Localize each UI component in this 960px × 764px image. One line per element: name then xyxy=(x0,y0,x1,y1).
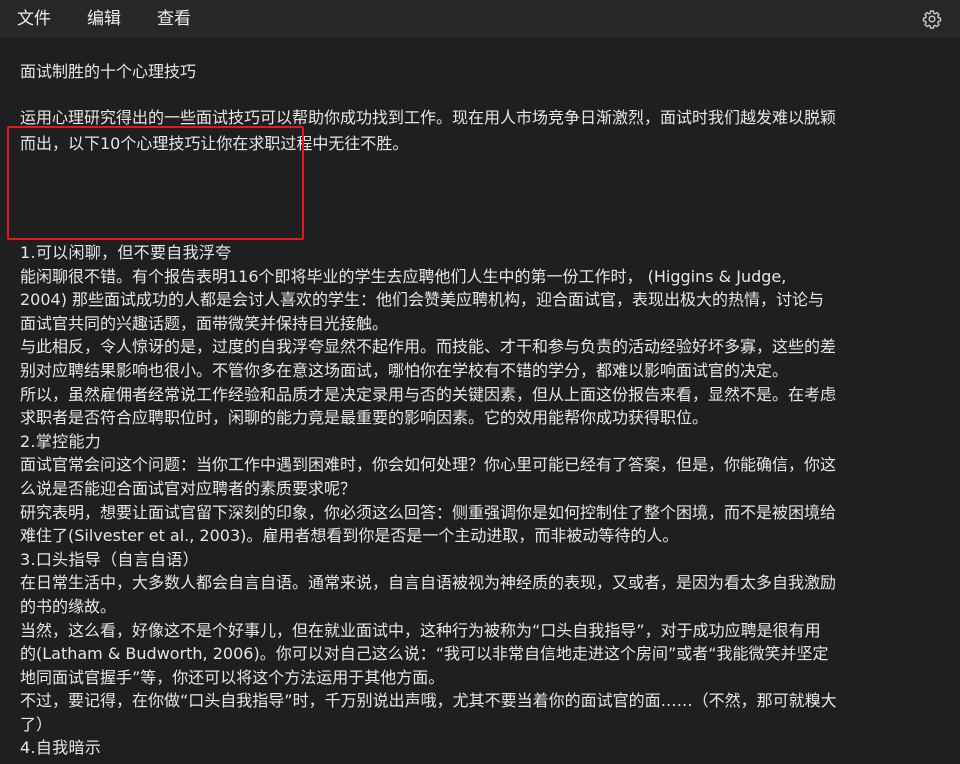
text-line: 研究表明，想要让面试官留下深刻的印象，你必须这么回答：侧重强调你是如何控制住了整… xyxy=(20,502,837,522)
text-line: 当然，这么看，好像这不是个好事儿，但在就业面试中，这种行为被称为“口头自我指导”… xyxy=(20,620,821,640)
document-title: 面试制胜的十个心理技巧 xyxy=(20,62,197,81)
gear-icon[interactable] xyxy=(922,9,942,29)
text-line: 2004) 那些面试成功的人都是会讨人喜欢的学生：他们会赞美应聘机构，迎合面试官… xyxy=(20,290,825,310)
menu-file[interactable]: 文件 xyxy=(0,0,69,38)
text-line: 面试官共同的兴趣话题，面带微笑并保持目光接触。 xyxy=(20,313,389,333)
text-line: 地同面试官握手”等，你还可以将这个方法运用于其他方面。 xyxy=(20,667,445,687)
section-heading: 1.可以闲聊，但不要自我浮夸 xyxy=(20,243,232,262)
text-line: 了） xyxy=(20,714,53,734)
annotation-highlight-box xyxy=(7,126,304,240)
section-heading: 2.掌控能力 xyxy=(20,431,102,451)
text-line: 求职者是否符合应聘职位时，闲聊的能力竟是最重要的影响因素。它的效用能帮你成功获得… xyxy=(20,408,709,428)
text-line: 面试官常会问这个问题：当你工作中遇到困难时，你会如何处理？你心里可能已经有了答案… xyxy=(20,455,837,475)
text-line: 难住了(Silvester et al., 2003)。雇用者想看到你是否是一个… xyxy=(20,526,679,546)
text-line: 不过，要记得，在你做“口头自我指导”时，千万别说出声哦，尤其不要当着你的面试官的… xyxy=(20,691,837,711)
document-area[interactable]: 面试制胜的十个心理技巧 运用心理研究得出的一些面试技巧可以帮助你成功找到工作。现… xyxy=(0,38,960,764)
menu-view[interactable]: 查看 xyxy=(139,0,209,38)
text-line: 别对应聘结果影响也很小。不管你多在意这场面试，哪怕你在学校有不错的学分，都难以影… xyxy=(20,360,789,380)
text-line: 的书的缘故。 xyxy=(20,596,117,616)
document-body: 1.可以闲聊，但不要自我浮夸 能闲聊很不错。有个报告表明116个即将毕业的学生去… xyxy=(20,241,945,760)
text-line: 与此相反，令人惊讶的是，过度的自我浮夸显然不起作用。而技能、才干和参与负责的活动… xyxy=(20,337,837,357)
text-line: 所以，虽然雇佣者经常说工作经验和品质才是决定录用与否的关键因素，但从上面这份报告… xyxy=(20,384,837,404)
menu-bar: 文件 编辑 查看 xyxy=(0,0,960,38)
section-heading: 4.自我暗示 xyxy=(20,738,102,758)
section-heading: 3.口头指导（自言自语） xyxy=(20,549,199,569)
menu-edit[interactable]: 编辑 xyxy=(69,0,139,38)
text-line: 的(Latham & Budworth, 2006)。你可以对自己这么说：“我可… xyxy=(20,644,829,664)
text-line: 在日常生活中，大多数人都会自言自语。通常来说，自言自语被视为神经质的表现，又或者… xyxy=(20,573,837,593)
text-line: 么说是否能迎合面试官对应聘者的素质要求呢？ xyxy=(20,478,357,498)
text-line: 能闲聊很不错。有个报告表明116个即将毕业的学生去应聘他们人生中的第一份工作时，… xyxy=(20,266,787,286)
